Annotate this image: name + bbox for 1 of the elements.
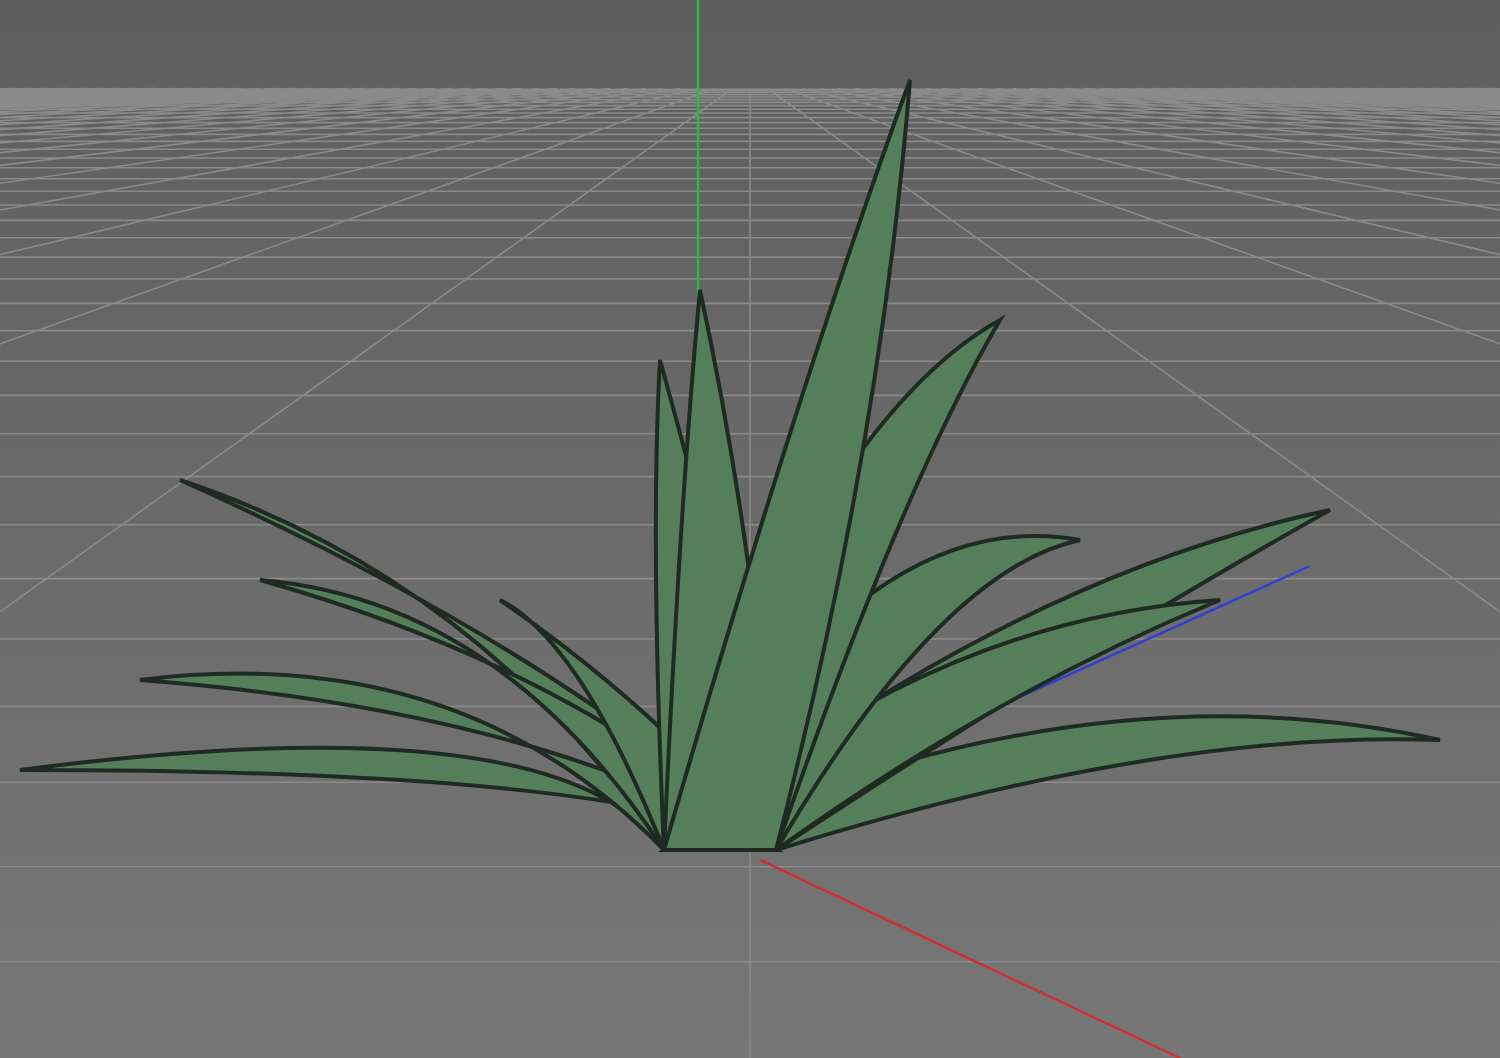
3d-viewport[interactable]: [0, 0, 1500, 1058]
